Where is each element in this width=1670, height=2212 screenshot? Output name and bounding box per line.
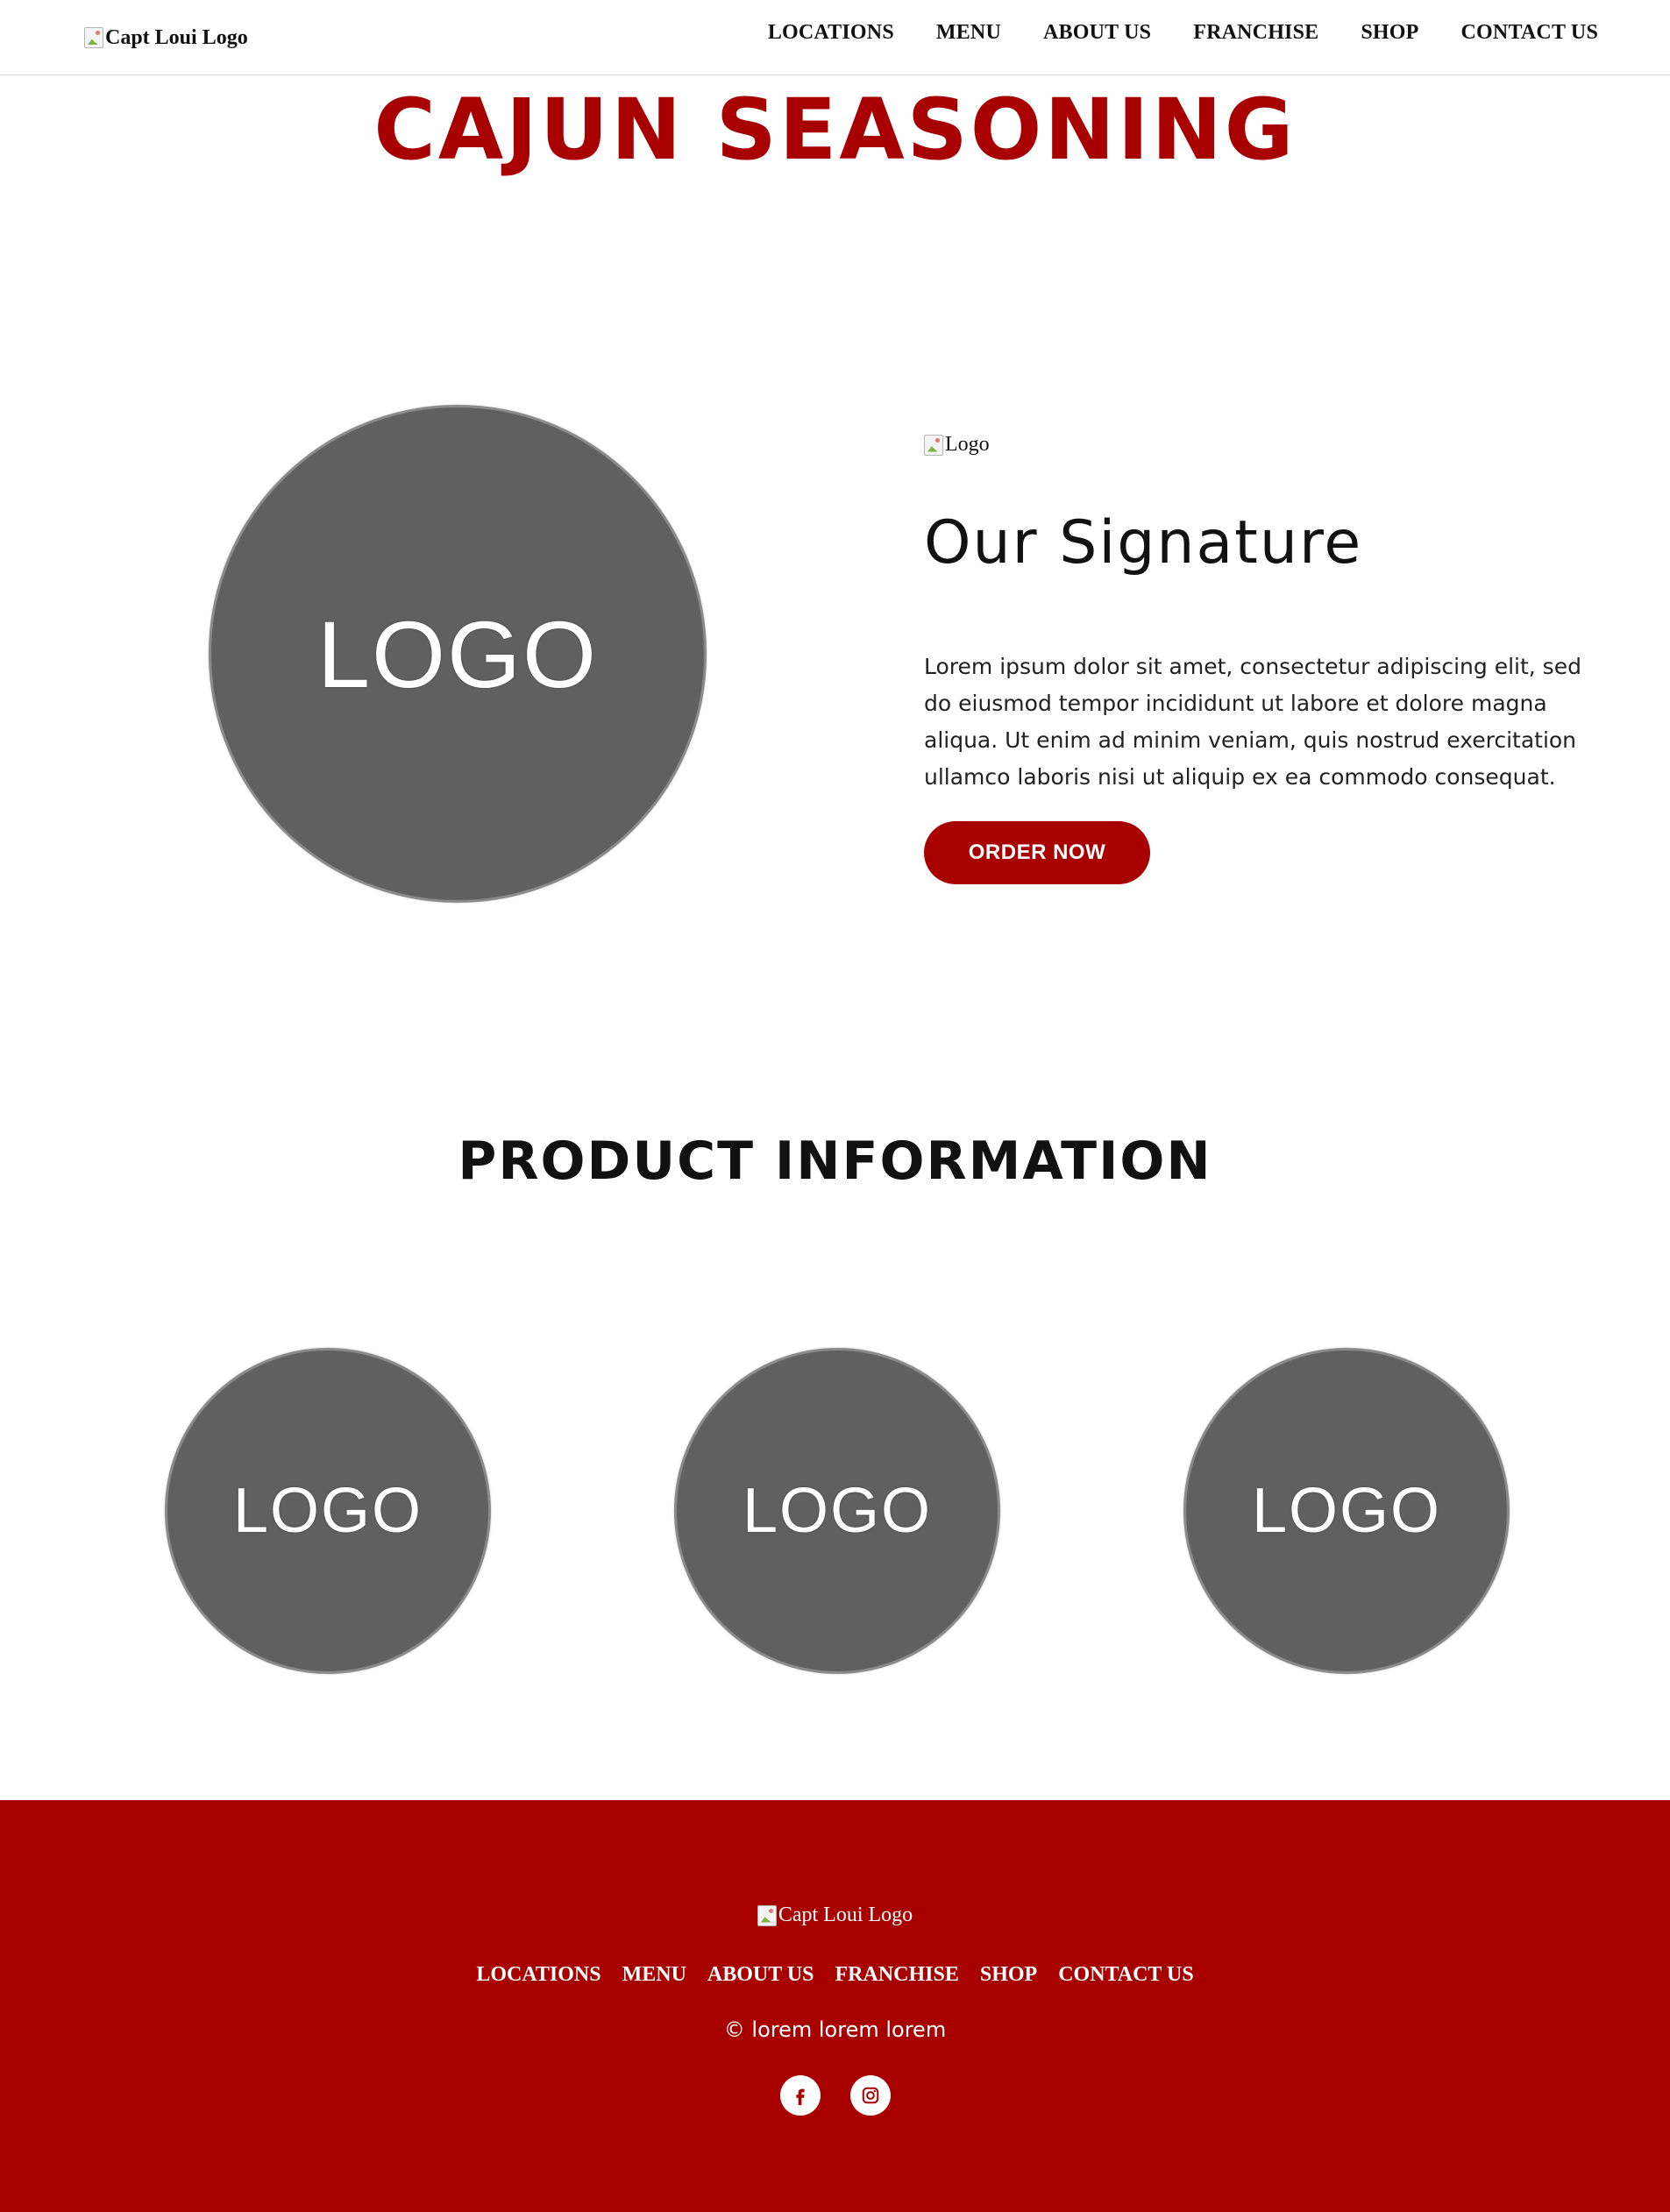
signature-image-text: LOGO	[316, 600, 599, 707]
product-image-2: LOGO	[674, 1348, 1000, 1674]
footer-nav-shop[interactable]: SHOP	[980, 1963, 1037, 1987]
signature-logo: Logo	[924, 433, 990, 457]
main-nav: LOCATIONS MENU ABOUT US FRANCHISE SHOP C…	[768, 21, 1598, 45]
instagram-icon	[862, 2087, 878, 2104]
site-footer: Capt Loui Logo LOCATIONS MENU ABOUT US F…	[0, 1800, 1670, 2212]
product-information-heading: PRODUCT INFORMATION	[458, 1131, 1212, 1192]
nav-locations[interactable]: LOCATIONS	[768, 21, 894, 45]
signature-heading: Our Signature	[924, 508, 1363, 578]
broken-image-icon	[84, 27, 103, 48]
nav-contact-us[interactable]: CONTACT US	[1461, 21, 1598, 45]
copyright-text: © lorem lorem lorem	[723, 2017, 947, 2042]
product-image-3: LOGO	[1183, 1348, 1510, 1674]
social-links	[0, 2075, 1670, 2116]
signature-description: Lorem ipsum dolor sit amet, consectetur …	[924, 654, 1581, 790]
nav-franchise[interactable]: FRANCHISE	[1193, 21, 1318, 45]
footer-nav: LOCATIONS MENU ABOUT US FRANCHISE SHOP C…	[0, 1963, 1670, 1987]
signature-logo-alt-text: Logo	[945, 433, 990, 456]
footer-nav-contact-us[interactable]: CONTACT US	[1058, 1963, 1193, 1987]
nav-about-us[interactable]: ABOUT US	[1043, 21, 1151, 45]
broken-image-icon	[757, 1904, 777, 1926]
header-logo-link[interactable]: Capt Loui Logo	[84, 23, 248, 53]
broken-image-icon	[924, 434, 943, 456]
order-now-button[interactable]: ORDER NOW	[924, 821, 1150, 884]
instagram-link[interactable]	[849, 2075, 891, 2116]
facebook-link[interactable]	[779, 2075, 821, 2116]
nav-shop[interactable]: SHOP	[1361, 21, 1418, 45]
signature-product-image: LOGO	[209, 405, 707, 903]
footer-logo-link[interactable]: Capt Loui Logo	[0, 1904, 1670, 1927]
footer-nav-locations[interactable]: LOCATIONS	[476, 1963, 600, 1987]
footer-nav-franchise[interactable]: FRANCHISE	[835, 1963, 959, 1987]
product-image-text: LOGO	[1251, 1476, 1442, 1546]
footer-nav-about-us[interactable]: ABOUT US	[707, 1963, 814, 1987]
product-image-text: LOGO	[232, 1476, 423, 1546]
product-image-1: LOGO	[165, 1348, 491, 1674]
facebook-icon	[795, 2088, 805, 2105]
header-logo-alt-text: Capt Loui Logo	[105, 25, 248, 49]
page-title: CAJUN SEASONING	[373, 81, 1297, 179]
footer-logo-alt-text: Capt Loui Logo	[778, 1904, 913, 1926]
nav-menu[interactable]: MENU	[936, 21, 1001, 45]
site-header: Capt Loui Logo LOCATIONS MENU ABOUT US F…	[0, 0, 1670, 75]
footer-nav-menu[interactable]: MENU	[622, 1963, 686, 1987]
product-image-text: LOGO	[742, 1476, 933, 1546]
